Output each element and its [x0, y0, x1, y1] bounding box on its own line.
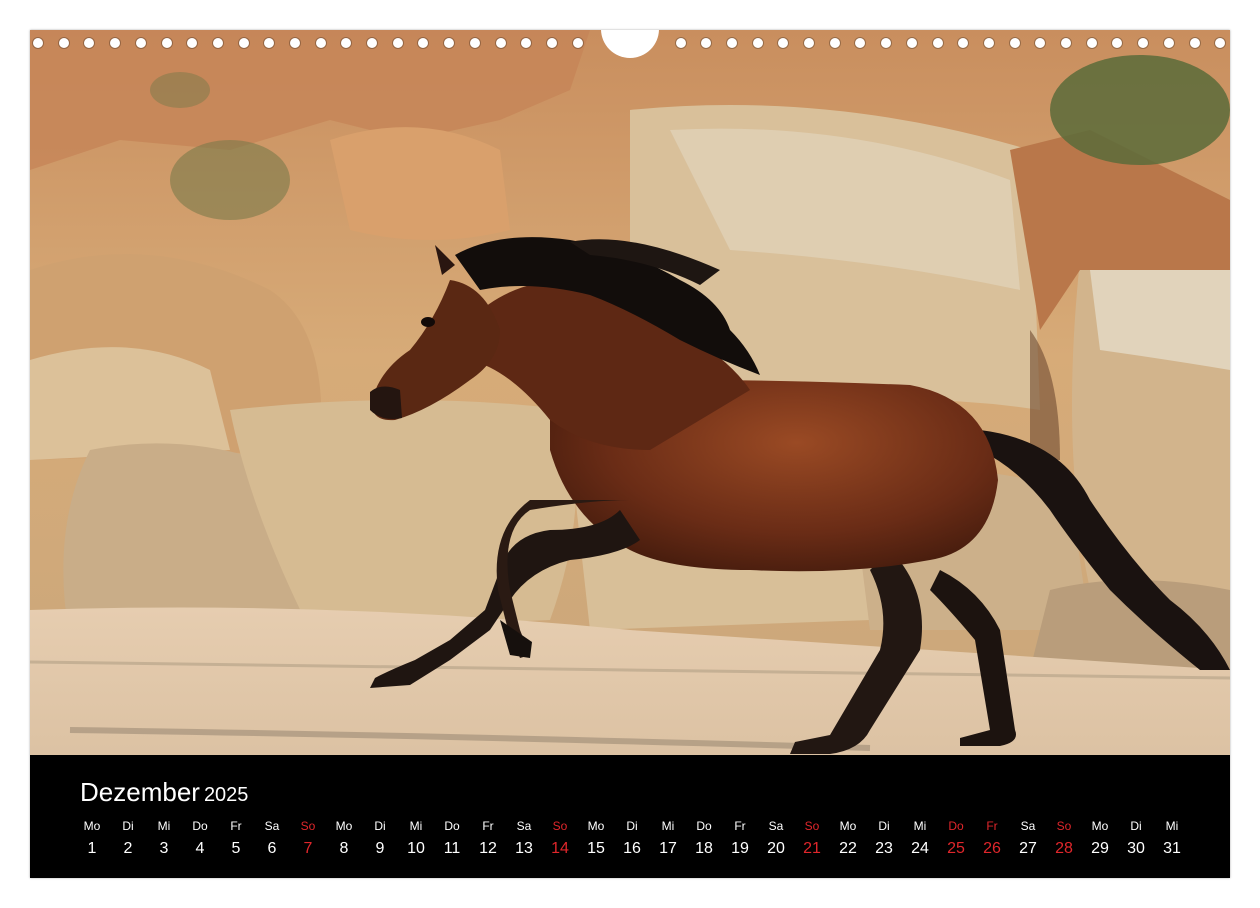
weekday-label: Mi — [913, 819, 927, 833]
day-number: 12 — [479, 840, 497, 857]
day-number: 5 — [231, 840, 241, 857]
day-number: 14 — [551, 840, 569, 857]
day-number: 24 — [911, 840, 929, 857]
weekday-label: Fr — [230, 819, 242, 833]
day-number: 22 — [839, 840, 857, 857]
day-number: 1 — [87, 840, 97, 857]
day-number: 6 — [267, 840, 277, 857]
weekday-label: Do — [192, 819, 208, 833]
day-number: 11 — [443, 840, 461, 857]
weekday-label: Mi — [1165, 819, 1179, 833]
day-number: 18 — [695, 840, 713, 857]
day-number: 21 — [803, 840, 821, 857]
day-number: 31 — [1163, 840, 1181, 857]
day-row: 1 2 3 4 5 6 7 8 9 10 11 12 13 14 15 16 17 18 19 20 21 22 23 24 2… — [74, 840, 1190, 858]
weekday-label: Mo — [335, 819, 353, 833]
weekday-label: Sa — [768, 819, 784, 833]
day-number: 7 — [303, 840, 313, 857]
day-number: 20 — [767, 840, 785, 857]
weekday-label: So — [1056, 819, 1072, 833]
weekday-label: Do — [948, 819, 964, 833]
calendar-page: Dezember 2025 Mo Di Mi Do Fr Sa So Mo Di Mi Do Fr Sa S… — [30, 30, 1230, 878]
day-number: 17 — [659, 840, 677, 857]
day-number: 25 — [947, 840, 965, 857]
day-number: 4 — [195, 840, 205, 857]
weekday-label: Di — [626, 819, 638, 833]
weekday-label: Do — [444, 819, 460, 833]
weekday-row: Mo Di Mi Do Fr Sa So Mo Di Mi Do Fr Sa So Mo Di Mi Do Fr Sa… — [74, 819, 1190, 833]
weekday-label: So — [552, 819, 568, 833]
day-number: 16 — [623, 840, 641, 857]
weekday-label: Sa — [516, 819, 532, 833]
day-number: 15 — [587, 840, 605, 857]
day-number: 30 — [1127, 840, 1145, 857]
month-year: 2025 — [203, 784, 249, 806]
day-number: 26 — [983, 840, 1001, 857]
weekday-label: Mi — [409, 819, 423, 833]
day-number: 9 — [375, 840, 385, 857]
weekday-label: Mi — [661, 819, 675, 833]
horse-photo — [30, 30, 1230, 755]
weekday-label: Fr — [734, 819, 746, 833]
month-name: Dezember — [80, 777, 200, 807]
weekday-label: So — [804, 819, 820, 833]
weekday-label: Sa — [1020, 819, 1036, 833]
day-number: 2 — [123, 840, 133, 857]
day-number: 19 — [731, 840, 749, 857]
calendar-strip: Dezember 2025 Mo Di Mi Do Fr Sa So Mo Di Mi Do Fr Sa S… — [30, 755, 1230, 878]
day-number: 8 — [339, 840, 349, 857]
weekday-label: Di — [878, 819, 890, 833]
day-number: 13 — [515, 840, 533, 857]
weekday-label: So — [300, 819, 316, 833]
weekday-label: Mo — [1091, 819, 1109, 833]
day-number: 28 — [1055, 840, 1073, 857]
day-number: 23 — [875, 840, 893, 857]
weekday-label: Di — [1130, 819, 1142, 833]
weekday-label: Di — [374, 819, 386, 833]
weekday-label: Di — [122, 819, 134, 833]
weekday-label: Mi — [157, 819, 171, 833]
day-number: 10 — [407, 840, 425, 857]
day-number: 27 — [1019, 840, 1037, 857]
day-number: 3 — [159, 840, 169, 857]
weekday-label: Do — [696, 819, 712, 833]
weekday-label: Fr — [986, 819, 998, 833]
weekday-label: Mo — [587, 819, 605, 833]
weekday-label: Mo — [839, 819, 857, 833]
weekday-label: Mo — [83, 819, 101, 833]
weekday-label: Sa — [264, 819, 280, 833]
day-number: 29 — [1091, 840, 1109, 857]
month-title: Dezember 2025 — [80, 777, 248, 808]
weekday-label: Fr — [482, 819, 494, 833]
